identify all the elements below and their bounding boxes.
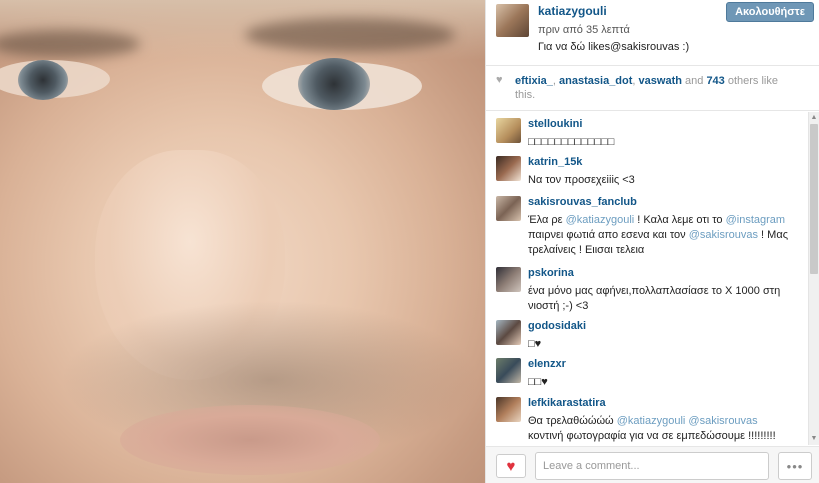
heart-icon: ♥	[506, 457, 516, 475]
commenter-avatar[interactable]	[496, 156, 521, 181]
photo-left-iris	[18, 60, 68, 100]
commenter-avatar[interactable]	[496, 397, 521, 422]
comment-text: Να τον προσεχεiiiς <3	[528, 174, 635, 186]
mention-link[interactable]: @instagram	[726, 214, 785, 226]
photo-right-brow	[245, 18, 455, 52]
liker-1[interactable]: eftixia_	[515, 75, 553, 87]
commenter-username[interactable]: stelloukini	[528, 118, 582, 130]
comment-text-part: παιρνει φωτιά απο εσενα και τον	[528, 229, 689, 241]
commenter-avatar[interactable]	[496, 196, 521, 221]
commenter-username[interactable]: katrin_15k	[528, 156, 582, 168]
comments-list: stelloukini □□□□□□□□□□□□□ katrin_15k Να …	[486, 112, 808, 445]
commenter-username[interactable]: elenzxr	[528, 358, 566, 370]
commenter-avatar[interactable]	[496, 118, 521, 143]
commenter-avatar[interactable]	[496, 267, 521, 292]
mention-link[interactable]: @katiazygouli	[617, 415, 686, 427]
post-photo	[0, 0, 485, 483]
scroll-thumb[interactable]	[810, 124, 818, 274]
post-caption: Για να δώ likes@sakisrouvas :)	[538, 41, 690, 53]
commenter-avatar[interactable]	[496, 358, 521, 383]
commenter-username[interactable]: pskorina	[528, 267, 574, 279]
post-side-panel: katiazygouli πριν από 35 λεπτά Για να δώ…	[485, 0, 819, 483]
more-options-button[interactable]: •••	[778, 452, 812, 480]
comment-text: Θα τρελαθώώώώ @katiazygouli @sakisrouvas…	[528, 414, 788, 445]
scroll-up-arrow-icon[interactable]: ▲	[809, 112, 819, 124]
comment-footer: ♥ •••	[486, 446, 819, 483]
commenter-avatar[interactable]	[496, 320, 521, 345]
commenter-username[interactable]: sakisrouvas_fanclub	[528, 196, 637, 208]
likes-count[interactable]: 743	[706, 75, 724, 87]
likes-heart-icon: ♥	[496, 74, 503, 86]
comment-input[interactable]	[535, 452, 769, 480]
author-username[interactable]: katiazygouli	[538, 4, 607, 18]
like-button[interactable]: ♥	[496, 454, 526, 478]
comment-text: □□♥	[528, 376, 548, 388]
post-timestamp: πριν από 35 λεπτά	[538, 24, 630, 36]
scroll-down-arrow-icon[interactable]: ▼	[809, 433, 819, 445]
likes-summary: ♥ eftixia_, anastasia_dot, vaswath and 7…	[486, 67, 819, 111]
comment-text-part: Έλα ρε	[528, 214, 566, 226]
comment-text-part: Θα τρελαθώώώώ	[528, 415, 617, 427]
comments-scrollbar[interactable]: ▲ ▼	[808, 112, 819, 445]
author-avatar[interactable]	[496, 4, 529, 37]
mention-link[interactable]: @sakisrouvas	[688, 415, 757, 427]
comment-text: □♥	[528, 338, 542, 350]
comment-text: ένα μόνο μας αφήνει,πολλαπλασίασε το Χ 1…	[528, 285, 781, 312]
photo-right-iris	[298, 58, 370, 110]
mention-link[interactable]: @katiazygouli	[566, 214, 635, 226]
likes-text: eftixia_, anastasia_dot, vaswath and 743…	[515, 74, 795, 102]
comment-text: □□□□□□□□□□□□□	[528, 136, 615, 148]
comment-text-part: ! Καλα λεμε οτι το	[634, 214, 726, 226]
comment-text: Έλα ρε @katiazygouli ! Καλα λεμε οτι το …	[528, 213, 788, 258]
mention-link[interactable]: @sakisrouvas	[689, 229, 758, 241]
liker-2[interactable]: anastasia_dot	[559, 75, 632, 87]
follow-button[interactable]: Ακολουθήστε	[726, 2, 814, 22]
likes-and: and	[681, 75, 707, 87]
liker-3[interactable]: vaswath	[639, 75, 682, 87]
commenter-username[interactable]: godosidaki	[528, 320, 586, 332]
photo-lips	[120, 405, 380, 475]
commenter-username[interactable]: lefkikarastatira	[528, 397, 606, 409]
post-header: katiazygouli πριν από 35 λεπτά Για να δώ…	[486, 0, 819, 66]
comment-text-part: κοντινή φωτογραφία για να σε εμπεδώσουμε…	[528, 430, 776, 442]
